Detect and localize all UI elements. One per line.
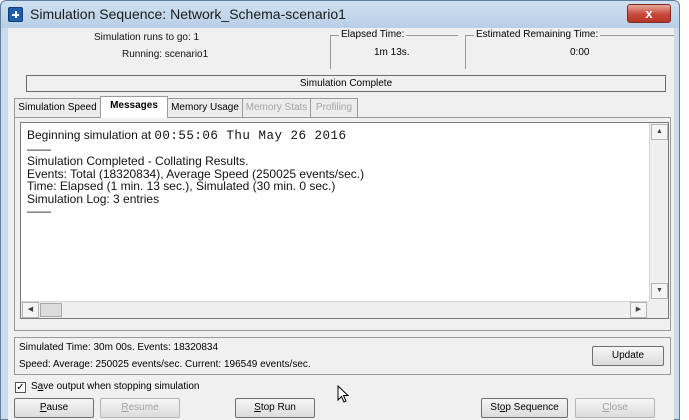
simulation-stats-panel: Simulated Time: 30m 00s. Events: 1832083…	[14, 337, 671, 375]
title-bar[interactable]: Simulation Sequence: Network_Schema-scen…	[1, 1, 679, 28]
messages-log[interactable]: Beginning simulation at 00:55:06 Thu May…	[20, 122, 669, 319]
resume-rest: esume	[128, 402, 159, 413]
simulated-time-events: Simulated Time: 30m 00s. Events: 1832083…	[19, 342, 219, 353]
close-button: Close	[575, 398, 655, 418]
stop-run-mnemonic: S	[254, 402, 261, 413]
save-output-checkbox[interactable]: ✓	[15, 382, 26, 393]
close-icon: x	[645, 6, 653, 21]
log-begin-time: 00:55:06 Thu May 26 2016	[154, 129, 347, 143]
stop-sequence-first: St	[490, 402, 500, 413]
window-title: Simulation Sequence: Network_Schema-scen…	[30, 6, 346, 22]
dialog-body: Simulation runs to go: 1 Running: scenar…	[8, 28, 674, 420]
scroll-left-icon[interactable]: ◀	[22, 302, 39, 318]
tab-simulation-speed[interactable]: Simulation Speed	[14, 98, 101, 117]
speed-stats: Speed: Average: 250025 events/sec. Curre…	[19, 359, 311, 370]
log-time: Time: Elapsed (1 min. 13 sec.), Simulate…	[27, 179, 336, 193]
pause-button[interactable]: Pause	[14, 398, 94, 418]
remaining-time-group: Estimated Remaining Time: 0:00	[465, 29, 674, 69]
stop-sequence-rest: p Sequence	[505, 402, 559, 413]
runs-to-go-label: Simulation runs to go: 1	[94, 32, 200, 43]
simulation-sequence-window: Simulation Sequence: Network_Schema-scen…	[0, 0, 680, 420]
close-window-button[interactable]: x	[627, 4, 671, 23]
remaining-time-value: 0:00	[570, 47, 590, 58]
log-separator: ——	[27, 204, 51, 218]
save-output-label[interactable]: Save output when stopping simulation	[31, 381, 199, 392]
tab-profiling: Profiling	[310, 98, 358, 117]
log-begin-line: Beginning simulation at 00:55:06 Thu May…	[27, 129, 647, 143]
app-icon	[8, 7, 23, 22]
stop-run-button[interactable]: Stop Run	[235, 398, 315, 418]
close-rest: lose	[609, 402, 628, 413]
scrollbar-corner	[649, 301, 668, 318]
log-begin-prefix: Beginning simulation at	[27, 128, 155, 142]
mouse-cursor-icon	[337, 385, 349, 403]
elapsed-time-group: Elapsed Time: 1m 13s.	[330, 29, 458, 69]
elapsed-time-value: 1m 13s.	[374, 47, 410, 58]
pause-rest: ause	[46, 402, 69, 413]
log-completed: Simulation Completed - Collating Results…	[27, 154, 249, 168]
save-output-label-first: S	[31, 381, 38, 392]
vertical-scrollbar[interactable]: ▲ ▼	[649, 123, 668, 301]
tab-messages[interactable]: Messages	[100, 96, 168, 118]
save-output-label-rest: ve output when stopping simulation	[43, 381, 200, 392]
tab-memory-usage[interactable]: Memory Usage	[167, 98, 243, 117]
stop-run-rest: top Run	[260, 402, 296, 413]
horizontal-scroll-thumb[interactable]	[40, 303, 62, 317]
scroll-down-icon[interactable]: ▼	[651, 283, 668, 299]
tab-memory-stats: Memory Stats	[242, 98, 311, 117]
running-label: Running: scenario1	[122, 49, 209, 60]
status-bar: Simulation Complete	[26, 75, 666, 92]
scroll-right-icon[interactable]: ▶	[630, 302, 647, 318]
resume-button: Resume	[100, 398, 180, 418]
remaining-time-title: Estimated Remaining Time:	[474, 29, 601, 40]
elapsed-time-title: Elapsed Time:	[339, 29, 407, 40]
resume-mnemonic: R	[121, 402, 129, 413]
update-button[interactable]: Update	[592, 346, 664, 366]
log-entries: Simulation Log: 3 entries	[27, 191, 160, 206]
horizontal-scrollbar[interactable]: ◀ ▶	[21, 301, 668, 318]
log-text: Beginning simulation at 00:55:06 Thu May…	[27, 129, 647, 218]
stop-sequence-button[interactable]: Stop Sequence	[481, 398, 568, 418]
scroll-up-icon[interactable]: ▲	[651, 124, 668, 140]
